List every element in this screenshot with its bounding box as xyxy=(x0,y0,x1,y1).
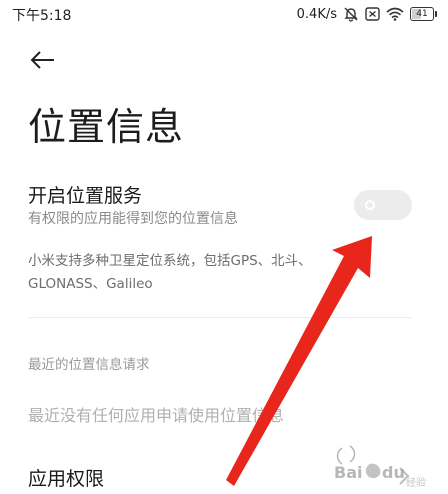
location-service-title: 开启位置服务 xyxy=(28,185,143,207)
app-permissions-item[interactable]: 应用权限 xyxy=(28,464,104,491)
sim-card-icon xyxy=(365,7,380,21)
status-time: 下午5:18 xyxy=(12,8,72,24)
gnss-note: 小米支持多种卫星定位系统，包括GPS、北斗、GLONASS、Galileo xyxy=(28,253,312,292)
battery-icon: 41 xyxy=(410,7,437,21)
divider xyxy=(28,317,412,318)
location-service-description: 有权限的应用能得到您的位置信息 xyxy=(28,211,238,227)
watermark-logo: Bai du 经验 xyxy=(334,445,426,489)
chevron-right-icon[interactable] xyxy=(398,466,410,486)
svg-text:Bai: Bai xyxy=(334,463,362,482)
toggle-knob xyxy=(365,200,375,210)
mute-bell-icon xyxy=(343,6,359,22)
status-bar: 下午5:18 0.4K/s 41 xyxy=(0,0,448,28)
recent-requests-header: 最近的位置信息请求 xyxy=(28,357,150,373)
back-button[interactable] xyxy=(28,46,58,74)
recent-requests-empty-message: 最近没有任何应用申请使用位置信息 xyxy=(28,406,285,425)
back-arrow-icon xyxy=(30,51,54,69)
status-icons: 0.4K/s 41 xyxy=(296,4,437,24)
page-title: 位置信息 xyxy=(28,105,185,149)
wifi-icon xyxy=(386,7,404,21)
network-speed: 0.4K/s xyxy=(296,6,337,22)
location-service-toggle[interactable] xyxy=(354,190,412,220)
battery-level: 41 xyxy=(416,9,428,19)
